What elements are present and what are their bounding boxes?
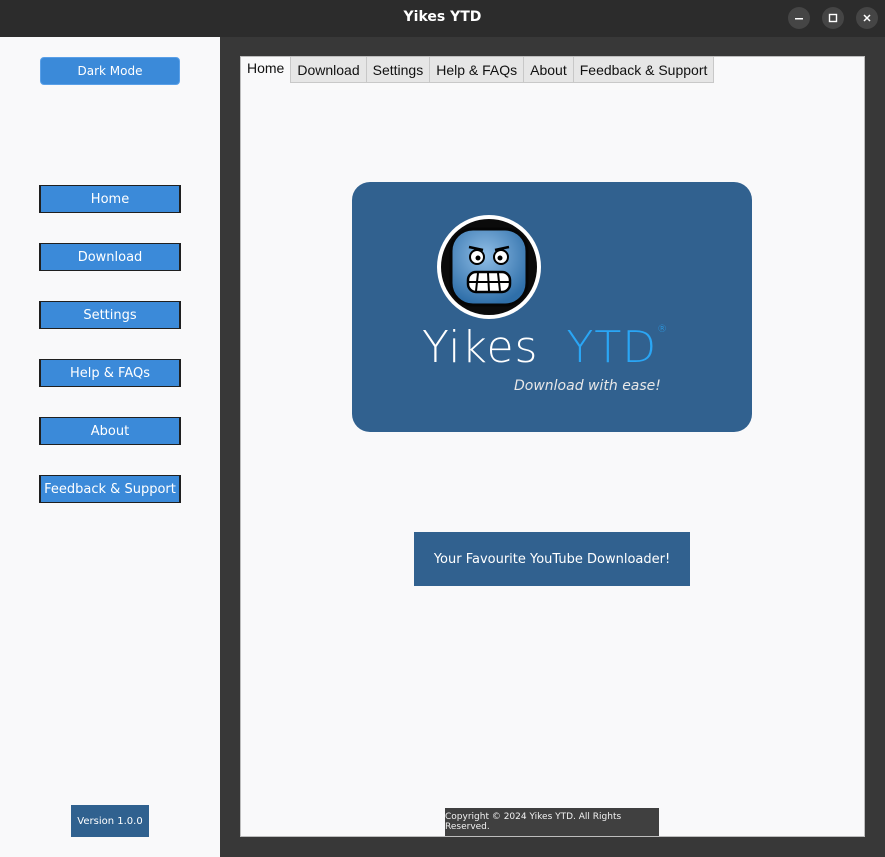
tab-help[interactable]: Help & FAQs (430, 57, 525, 83)
main-area: Home Download Settings Help & FAQs About… (220, 37, 885, 857)
grimacing-face-icon (441, 219, 537, 315)
maximize-icon[interactable] (822, 7, 844, 29)
close-icon[interactable] (856, 7, 878, 29)
sidebar-item-feedback[interactable]: Feedback & Support (39, 475, 181, 503)
brand-secondary: YTD (566, 322, 658, 373)
sidebar-item-download[interactable]: Download (39, 243, 181, 271)
brand-primary: Yikes (422, 322, 539, 373)
tab-home[interactable]: Home (241, 57, 292, 83)
dark-mode-button[interactable]: Dark Mode (40, 57, 180, 85)
title-bar: Yikes YTD (0, 0, 885, 37)
tab-about[interactable]: About (524, 57, 574, 83)
window-title: Yikes YTD (403, 9, 482, 25)
sidebar-item-about[interactable]: About (39, 417, 181, 445)
logo-ring (437, 215, 541, 319)
tab-feedback[interactable]: Feedback & Support (573, 57, 715, 83)
copyright-notice: Copyright © 2024 Yikes YTD. All Rights R… (445, 808, 659, 836)
tab-panel: Home Download Settings Help & FAQs About… (240, 56, 865, 837)
registered-mark: ® (657, 324, 669, 335)
brand-wordmark: Yikes YTD ® (422, 322, 667, 373)
tab-bar: Home Download Settings Help & FAQs About… (241, 57, 715, 83)
sidebar-item-home[interactable]: Home (39, 185, 181, 213)
tab-settings[interactable]: Settings (366, 57, 431, 83)
tab-download[interactable]: Download (291, 57, 367, 83)
sidebar-item-settings[interactable]: Settings (39, 301, 181, 329)
tagline: Download with ease! (514, 378, 661, 394)
minimize-icon[interactable] (788, 7, 810, 29)
version-badge: Version 1.0.0 (71, 805, 149, 837)
hero-banner: Yikes YTD ® Download with ease! (352, 182, 752, 432)
sidebar: Dark Mode Home Download Settings Help & … (0, 37, 220, 857)
sidebar-item-help[interactable]: Help & FAQs (39, 359, 181, 387)
favourite-downloader-button[interactable]: Your Favourite YouTube Downloader! (414, 532, 690, 586)
